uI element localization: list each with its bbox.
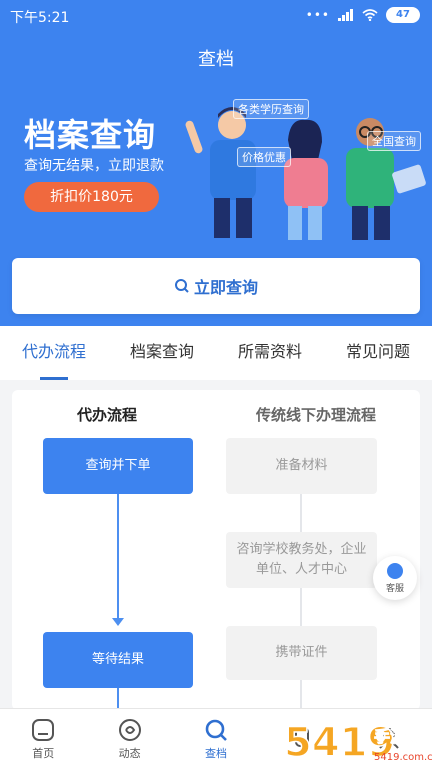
active-tab-indicator xyxy=(40,377,68,380)
nav-home[interactable]: 首页 xyxy=(0,709,86,768)
status-icons: ••• 47 xyxy=(306,7,420,23)
arrow-down-icon xyxy=(112,618,124,626)
nav-archive-label: 查档 xyxy=(205,746,228,760)
tab-archive-query[interactable]: 档案查询 xyxy=(108,326,216,380)
page-title: 查档 xyxy=(198,49,234,70)
step-order: 查询并下单 xyxy=(43,438,193,494)
query-button[interactable]: 立即查询 xyxy=(174,274,258,298)
tab-faq[interactable]: 常见问题 xyxy=(324,326,432,380)
step-prepare-materials: 准备材料 xyxy=(226,438,377,494)
tab-process[interactable]: 代办流程 xyxy=(0,326,108,380)
flow-connector xyxy=(300,680,302,710)
step-consult-school: 咨询学校教务处，企业单位、人才中心 xyxy=(226,532,377,588)
nav-feed[interactable]: 动态 xyxy=(86,709,172,768)
flow-connector xyxy=(300,588,302,626)
step-bring-id: 携带证件 xyxy=(226,626,377,680)
banner-tag: 价格优惠 xyxy=(237,147,291,167)
notification-dots-icon: ••• xyxy=(305,8,330,22)
flow-connector xyxy=(300,494,302,532)
banner-tag: 各类学历查询 xyxy=(233,99,309,119)
battery-indicator: 47 xyxy=(386,7,420,23)
flow-connector xyxy=(117,494,119,620)
tab-bar: 代办流程 档案查询 所需资料 常见问题 xyxy=(0,326,432,380)
offline-process-title: 传统线下办理流程 xyxy=(255,406,376,424)
home-icon xyxy=(32,718,55,741)
banner-tag: 全国查询 xyxy=(367,131,421,151)
status-time: 下午5:21 xyxy=(10,10,70,26)
site-watermark-logo: 5419 手游网 5419.com.cn xyxy=(283,719,432,767)
tab-required-docs[interactable]: 所需资料 xyxy=(216,326,324,380)
customer-service-button[interactable]: 客服 xyxy=(373,556,417,600)
banner-subtitle: 查询无结果，立即退款 xyxy=(24,158,164,174)
process-panel: 代办流程 传统线下办理流程 查询并下单 等待结果 准备材料 咨询学校教务处，企业… xyxy=(12,390,420,710)
status-bar: 下午5:21 ••• 47 xyxy=(0,0,432,32)
signal-icon xyxy=(338,9,353,21)
agency-process-title: 代办流程 xyxy=(76,406,137,424)
price-button[interactable]: 折扣价180元 xyxy=(24,182,159,212)
query-card: 立即查询 xyxy=(12,258,420,314)
query-button-label: 立即查询 xyxy=(193,278,258,297)
customer-service-label: 客服 xyxy=(385,583,404,594)
chat-bubble-icon xyxy=(387,562,403,579)
wifi-icon xyxy=(362,9,378,21)
svg-text:5419.com.cn: 5419.com.cn xyxy=(374,752,432,763)
search-icon xyxy=(205,719,227,741)
nav-archive[interactable]: 查档 xyxy=(173,709,259,768)
nav-home-label: 首页 xyxy=(32,746,55,760)
search-icon xyxy=(174,279,189,293)
nav-feed-label: 动态 xyxy=(118,746,141,760)
banner-title: 档案查询 xyxy=(24,116,157,154)
step-wait-result: 等待结果 xyxy=(43,632,193,688)
svg-text:手游网: 手游网 xyxy=(374,727,422,746)
flow-connector xyxy=(117,688,119,710)
feed-icon xyxy=(118,718,141,741)
